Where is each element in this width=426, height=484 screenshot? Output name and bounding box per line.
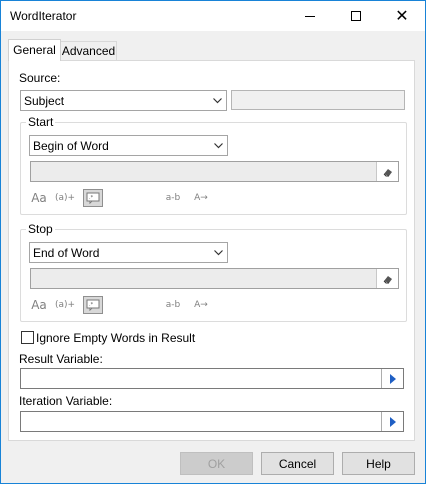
start-replace-tool[interactable]: A→ (191, 189, 211, 207)
dialog-window: WordIterator ✕ General Advanced Source: … (0, 0, 426, 484)
regex-icon: .* (86, 299, 100, 311)
eraser-icon (383, 275, 392, 283)
tab-advanced[interactable]: Advanced (60, 41, 117, 60)
stop-group-tool[interactable]: (a)+ (55, 296, 75, 314)
stop-char-tool[interactable]: a-b (163, 296, 183, 314)
play-arrow-icon (389, 373, 396, 384)
stop-regex-tool[interactable]: .* (83, 296, 103, 314)
ignore-empty-label: Ignore Empty Words in Result (36, 331, 196, 345)
stop-expression-field[interactable] (30, 268, 399, 289)
svg-text:.*: .* (89, 195, 94, 201)
start-expression-field[interactable] (30, 161, 399, 182)
source-label: Source: (19, 71, 61, 85)
start-expression-button[interactable] (376, 162, 398, 181)
tab-general[interactable]: General (8, 39, 61, 61)
start-combo[interactable]: Begin of Word (29, 135, 228, 156)
start-legend: Start (26, 115, 56, 129)
cancel-button[interactable]: Cancel (261, 452, 334, 475)
close-button[interactable]: ✕ (379, 1, 425, 31)
regex-icon: .* (86, 192, 100, 204)
source-extra-field[interactable] (231, 90, 405, 110)
chevron-down-icon (209, 91, 226, 110)
result-variable-field[interactable] (20, 368, 404, 389)
maximize-button[interactable] (333, 1, 379, 31)
title-bar: WordIterator ✕ (1, 1, 425, 31)
stop-group: Stop End of Word Aa (a)+ .* a-b A→ (20, 222, 407, 322)
source-combo[interactable]: Subject (20, 90, 227, 111)
start-group: Start Begin of Word Aa (a)+ .* a-b A→ (20, 115, 407, 215)
iteration-variable-label: Iteration Variable: (19, 394, 113, 408)
start-case-sensitive-tool[interactable]: Aa (29, 189, 49, 207)
iteration-variable-field[interactable] (20, 411, 404, 432)
close-icon: ✕ (395, 6, 409, 25)
start-char-tool[interactable]: a-b (163, 189, 183, 207)
minimize-icon (305, 15, 315, 17)
chevron-down-icon (210, 136, 227, 155)
stop-case-sensitive-tool[interactable]: Aa (29, 296, 49, 314)
tab-panel-general: Source: Subject Start Begin of Word Aa (… (8, 60, 415, 441)
source-value: Subject (24, 94, 65, 108)
ok-button[interactable]: OK (180, 452, 253, 475)
stop-combo[interactable]: End of Word (29, 242, 228, 263)
stop-legend: Stop (26, 222, 55, 236)
svg-text:.*: .* (89, 302, 94, 308)
result-variable-button[interactable] (381, 369, 403, 388)
help-button[interactable]: Help (342, 452, 415, 475)
chevron-down-icon (210, 243, 227, 262)
stop-value: End of Word (33, 246, 100, 260)
iteration-variable-button[interactable] (381, 412, 403, 431)
play-arrow-icon (389, 416, 396, 427)
window-title: WordIterator (10, 9, 77, 23)
ignore-empty-checkbox[interactable] (21, 331, 34, 344)
minimize-button[interactable] (287, 1, 333, 31)
result-variable-label: Result Variable: (19, 352, 103, 366)
maximize-icon (351, 11, 361, 21)
start-value: Begin of Word (33, 139, 109, 153)
stop-replace-tool[interactable]: A→ (191, 296, 211, 314)
start-regex-tool[interactable]: .* (83, 189, 103, 207)
eraser-icon (383, 168, 392, 176)
start-group-tool[interactable]: (a)+ (55, 189, 75, 207)
stop-expression-button[interactable] (376, 269, 398, 288)
